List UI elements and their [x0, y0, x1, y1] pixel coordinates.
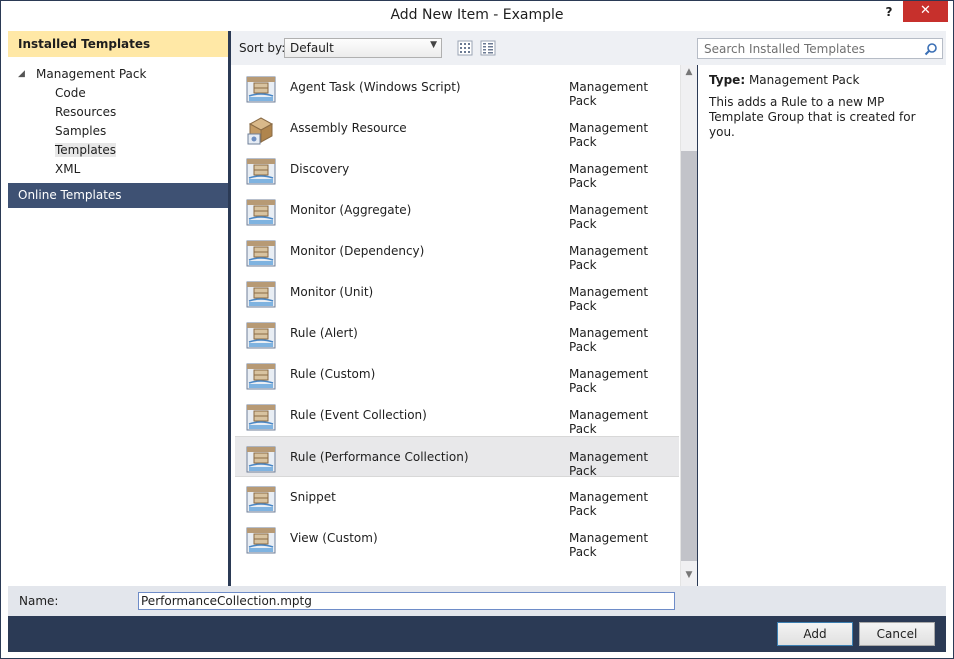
tree-node-xml[interactable]: XML — [8, 160, 228, 179]
tree-node-samples[interactable]: Samples — [8, 122, 228, 141]
search-templates-input[interactable]: Search Installed Templates — [697, 38, 943, 59]
template-item[interactable]: Monitor (Unit) Management Pack — [235, 272, 679, 313]
tree-node-code[interactable]: Code — [8, 84, 228, 103]
template-type: Management Pack — [569, 326, 649, 354]
dialog-title: Add New Item - Example — [390, 7, 564, 23]
template-name: Rule (Performance Collection) — [290, 450, 469, 464]
template-icon — [246, 281, 276, 308]
template-type: Management Pack — [569, 285, 649, 313]
detail-type-row: Type: Management Pack — [709, 73, 859, 87]
sort-by-label: Sort by: — [239, 41, 286, 55]
template-type: Management Pack — [569, 121, 649, 149]
template-name: Monitor (Unit) — [290, 285, 374, 299]
details-panel: Type: Management Pack This adds a Rule t… — [698, 65, 946, 586]
template-type: Management Pack — [569, 80, 649, 108]
add-button[interactable]: Add — [777, 622, 853, 646]
template-type: Management Pack — [569, 367, 649, 395]
template-icon — [246, 322, 276, 349]
template-description: This adds a Rule to a new MP Template Gr… — [709, 95, 916, 139]
template-name: Monitor (Aggregate) — [290, 203, 412, 217]
template-icon — [246, 240, 276, 267]
template-item[interactable]: Agent Task (Windows Script) Management Pa… — [235, 67, 679, 108]
tree-node-label: Code — [55, 86, 86, 100]
template-categories-panel: Installed Templates ◢ Management Pack Co… — [8, 31, 228, 586]
template-type: Management Pack — [569, 450, 649, 478]
template-item[interactable]: Monitor (Dependency) Management Pack — [235, 231, 679, 272]
template-name: Rule (Event Collection) — [290, 408, 427, 422]
add-new-item-dialog: Add New Item - Example ? ✕ Installed Tem… — [0, 0, 954, 659]
template-icon — [246, 404, 276, 431]
search-placeholder: Search Installed Templates — [704, 42, 865, 56]
template-name: View (Custom) — [290, 531, 378, 545]
dialog-client: Installed Templates ◢ Management Pack Co… — [8, 31, 946, 652]
online-templates-item[interactable]: Online Templates — [8, 183, 228, 208]
template-item[interactable]: Rule (Alert) Management Pack — [235, 313, 679, 354]
template-type: Management Pack — [569, 531, 649, 559]
sort-toolbar: Sort by: Default ▼ — [231, 31, 697, 65]
installed-templates-header[interactable]: Installed Templates — [8, 31, 228, 57]
template-icon — [246, 158, 276, 185]
tree-node-label: Samples — [55, 124, 107, 138]
search-area: Search Installed Templates — [697, 31, 946, 65]
template-type: Management Pack — [569, 162, 649, 190]
template-type: Management Pack — [569, 490, 649, 518]
sort-by-value: Default — [290, 41, 334, 55]
tree-node-label: Templates — [55, 143, 117, 157]
tree-node-label: Resources — [55, 105, 117, 119]
assembly-box-icon — [247, 117, 274, 145]
template-name: Snippet — [290, 490, 336, 504]
template-icon — [246, 199, 276, 226]
medium-icons-view-icon[interactable] — [457, 40, 473, 56]
template-name: Rule (Custom) — [290, 367, 376, 381]
template-icon — [246, 76, 276, 103]
tree-node-resources[interactable]: Resources — [8, 103, 228, 122]
template-icon — [246, 486, 276, 513]
close-button[interactable]: ✕ — [903, 1, 948, 22]
name-row: Name: PerformanceCollection.mptg — [8, 586, 946, 616]
help-button[interactable]: ? — [879, 3, 899, 23]
tree-node-templates[interactable]: Templates — [8, 141, 228, 160]
close-icon: ✕ — [920, 3, 931, 18]
template-item[interactable]: Monitor (Aggregate) Management Pack — [235, 190, 679, 231]
tree-node-label: XML — [55, 162, 81, 176]
template-icon — [246, 527, 276, 554]
tree-node-label: Management Pack — [36, 67, 147, 81]
scroll-up-icon[interactable]: ▲ — [681, 67, 697, 81]
template-item[interactable]: Snippet Management Pack — [235, 477, 679, 518]
expand-arrow-icon[interactable]: ◢ — [18, 65, 30, 84]
title-bar: Add New Item - Example ? ✕ — [1, 1, 953, 31]
template-icon — [246, 446, 276, 473]
template-type: Management Pack — [569, 408, 649, 436]
cancel-button[interactable]: Cancel — [859, 622, 935, 646]
template-icon — [246, 363, 276, 390]
name-label: Name: — [19, 594, 59, 608]
template-name: Agent Task (Windows Script) — [290, 80, 461, 94]
small-icons-view-icon[interactable] — [480, 40, 496, 56]
template-list: Agent Task (Windows Script) Management Pa… — [231, 65, 697, 586]
template-item[interactable]: View (Custom) Management Pack — [235, 518, 679, 559]
template-type: Management Pack — [569, 244, 649, 272]
scroll-down-icon[interactable]: ▼ — [681, 570, 697, 584]
template-name: Rule (Alert) — [290, 326, 358, 340]
template-item[interactable]: Rule (Custom) Management Pack — [235, 354, 679, 395]
template-item[interactable]: Assembly Resource Management Pack — [235, 108, 679, 149]
template-name: Assembly Resource — [290, 121, 407, 135]
type-value: Management Pack — [748, 73, 860, 87]
search-icon[interactable] — [924, 42, 938, 56]
scroll-thumb[interactable] — [681, 151, 697, 561]
sort-by-dropdown[interactable]: Default ▼ — [284, 38, 442, 58]
template-name: Discovery — [290, 162, 350, 176]
template-type: Management Pack — [569, 203, 649, 231]
chevron-down-icon: ▼ — [430, 40, 437, 50]
template-item[interactable]: Rule (Event Collection) Management Pack — [235, 395, 679, 436]
template-name: Monitor (Dependency) — [290, 244, 425, 258]
template-item[interactable]: Discovery Management Pack — [235, 149, 679, 190]
tree-node-management-pack[interactable]: ◢ Management Pack — [8, 65, 228, 84]
list-scrollbar[interactable]: ▲ ▼ — [680, 65, 697, 586]
template-item[interactable]: Rule (Performance Collection) Management … — [235, 436, 679, 478]
type-label: Type: — [709, 73, 746, 87]
item-name-input[interactable]: PerformanceCollection.mptg — [138, 592, 675, 610]
category-tree: ◢ Management Pack Code Resources Samples… — [8, 65, 228, 179]
